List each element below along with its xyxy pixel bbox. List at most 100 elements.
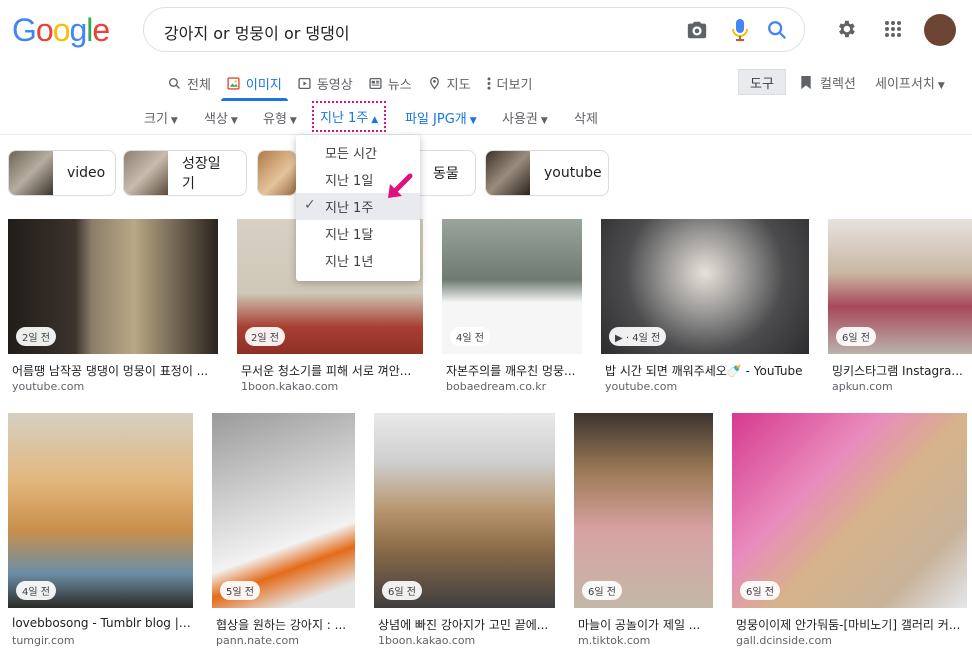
related-chip[interactable]: 성장일기 [123,150,247,196]
result-title[interactable]: 밥 시간 되면 깨워주세오🍼 - YouTube [605,362,809,379]
result-thumbnail[interactable]: 4일 전 [8,413,193,608]
time-badge: 6일 전 [382,581,422,600]
avatar[interactable] [924,14,956,46]
chip-label: video [67,165,106,181]
menu-item-past-year[interactable]: 지난 1년 [296,247,420,274]
news-icon [369,77,382,89]
logo-letter: o [35,12,54,48]
related-chip[interactable]: video [8,150,116,196]
chip-label: youtube [544,165,602,181]
filter-color[interactable]: 색상 ▼ [204,108,238,127]
result-title[interactable]: 자본주의를 깨우친 멍뭉... [446,362,582,379]
tab-videos[interactable]: 동영상 [290,72,361,94]
image-result[interactable]: 6일 전 밍키스타그램 Instagra... apkun.com [828,219,972,394]
gear-icon[interactable] [835,18,857,40]
menu-item-label: 지난 1주 [325,201,374,216]
safesearch-button[interactable]: 세이프서치 ▼ [875,73,945,92]
filter-label: 색상 [204,112,228,127]
search-input[interactable]: 강아지 or 멍뭉이 or 댕댕이 [164,20,350,44]
camera-icon[interactable] [686,19,708,41]
result-title[interactable]: 밍키스타그램 Instagra... [832,362,970,379]
result-source: youtube.com [12,380,85,393]
result-thumbnail[interactable]: 4일 전 [442,219,582,354]
image-result[interactable]: 4일 전 자본주의를 깨우친 멍뭉... bobaedream.co.kr [442,219,582,394]
logo-letter: g [69,12,87,48]
result-title[interactable]: 상념에 빠진 강아지가 고민 끝에... [378,616,554,633]
pointer-arrow-icon [388,173,413,198]
result-title[interactable]: 어름땡 남작꽁 댕댕이 멍뭉이 표정이 ... [12,362,217,379]
result-source: 1boon.kakao.com [241,380,339,393]
bookmark-icon [801,75,811,90]
result-title[interactable]: 멍뭉이이제 안가둬둠-[마비노기] 갤러리 커... [736,616,966,633]
result-title[interactable]: 마늘이 공놀이가 제일 ... [578,616,712,633]
image-result[interactable]: 6일 전 상념에 빠진 강아지가 고민 끝에... 1boon.kakao.co… [374,413,555,653]
image-result[interactable]: 6일 전 멍뭉이이제 안가둬둠-[마비노기] 갤러리 커... gall.dci… [732,413,967,653]
result-thumbnail[interactable]: ▶ · 4일 전 [601,219,809,354]
caret-down-icon: ▼ [289,116,297,126]
filter-usage-rights[interactable]: 사용권 ▼ [502,108,548,127]
image-result[interactable]: 5일 전 협상을 원하는 강아지 : ... pann.nate.com [212,413,355,653]
result-thumbnail[interactable]: 6일 전 [732,413,967,608]
tab-label: 뉴스 [387,77,412,93]
tab-label: 더보기 [496,77,533,93]
related-chip[interactable] [257,150,297,196]
menu-item-any-time[interactable]: 모든 시간 [296,139,420,166]
logo-letter: o [52,12,71,48]
time-badge: 2일 전 [16,327,56,346]
result-thumbnail[interactable]: 5일 전 [212,413,355,608]
result-thumbnail[interactable]: 6일 전 [828,219,972,354]
result-title[interactable]: 무서운 청소기를 피해 서로 껴안... [241,362,421,379]
video-icon [298,77,311,89]
tab-images[interactable]: 이미지 [219,72,290,101]
logo-letter: e [92,12,110,48]
image-result[interactable]: 6일 전 마늘이 공놀이가 제일 ... m.tiktok.com [574,413,713,653]
checkmark-icon: ✓ [304,197,316,213]
time-badge: 6일 전 [740,581,780,600]
tab-label: 동영상 [316,77,353,93]
chip-thumbnail [486,151,530,195]
related-chip[interactable]: youtube [485,150,609,196]
result-source: bobaedream.co.kr [446,380,547,393]
result-thumbnail[interactable]: 6일 전 [574,413,713,608]
microphone-icon[interactable] [730,18,750,42]
tab-maps[interactable]: 지도 [420,72,479,94]
time-badge: ▶ · 4일 전 [609,327,667,346]
result-thumbnail[interactable]: 6일 전 [374,413,555,608]
filter-file-type[interactable]: 파일 JPG개 ▼ [405,108,477,127]
tools-button[interactable]: 도구 [738,69,786,95]
result-thumbnail[interactable]: 2일 전 [8,219,218,354]
result-source: youtube.com [605,380,678,393]
logo-letter: G [12,12,37,48]
search-icon[interactable] [766,19,788,41]
caret-down-icon: ▼ [469,116,477,126]
filter-time[interactable]: 지난 1주 ▲ [312,101,387,132]
result-title[interactable]: 협상을 원하는 강아지 : ... [216,616,354,633]
menu-item-past-month[interactable]: 지난 1달 [296,220,420,247]
search-box[interactable]: 강아지 or 멍뭉이 or 댕댕이 [143,7,805,52]
menu-item-label: 지난 1일 [325,174,374,189]
caret-down-icon: ▼ [230,116,238,126]
filter-label: 파일 JPG개 [405,112,467,127]
filter-label: 지난 1주 [320,111,369,126]
result-title[interactable]: lovebbosong - Tumblr blog | Tu... [12,616,192,630]
tab-news[interactable]: 뉴스 [361,72,420,94]
filter-type[interactable]: 유형 ▼ [263,108,297,127]
image-result[interactable]: 2일 전 어름땡 남작꽁 댕댕이 멍뭉이 표정이 ... youtube.com [8,219,218,394]
filter-label: 유형 [263,112,287,127]
filter-size[interactable]: 크기 ▼ [144,108,178,127]
google-logo[interactable]: Google [12,12,110,49]
filter-clear[interactable]: 삭제 [574,108,598,127]
tab-all[interactable]: 전체 [160,72,219,94]
apps-grid-icon[interactable] [884,20,902,38]
image-result[interactable]: 4일 전 lovebbosong - Tumblr blog | Tu... t… [8,413,193,653]
caret-down-icon: ▼ [170,116,178,126]
caret-down-icon: ▼ [540,116,548,126]
time-filter-menu: 모든 시간 지난 1일 ✓ 지난 1주 지난 1달 지난 1년 [296,135,420,281]
chip-label: 성장일기 [182,156,221,192]
image-result[interactable]: ▶ · 4일 전 밥 시간 되면 깨워주세오🍼 - YouTube youtub… [601,219,809,394]
time-badge: 5일 전 [220,581,260,600]
tab-more[interactable]: 더보기 [479,72,541,94]
chip-thumbnail [124,151,168,195]
collections-button[interactable]: 컬렉션 [800,73,856,92]
tab-label: 이미지 [245,77,282,93]
